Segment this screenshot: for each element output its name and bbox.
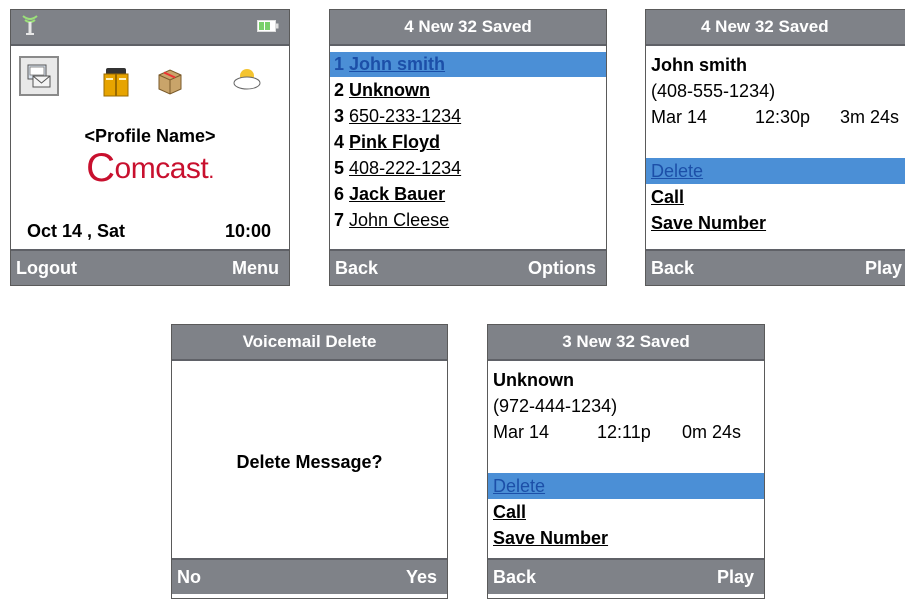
screen-title: 4 New 32 Saved [330,10,606,46]
message-date: Mar 14 [493,422,550,442]
list-item[interactable]: 5 408-222-1234 [330,156,606,181]
yes-softkey[interactable]: Yes [406,567,437,588]
date-label: Oct 14 , Sat [27,221,126,241]
message-duration: 3m 24s [840,107,900,127]
box-icon[interactable] [155,66,185,96]
screen-title: 3 New 32 Saved [488,325,764,361]
comcast-logo: Comcast. [86,146,214,190]
menu-softkey[interactable]: Menu [232,258,279,279]
no-softkey[interactable]: No [177,567,201,588]
directory-icon[interactable] [99,64,133,98]
options-softkey[interactable]: Options [528,258,596,279]
battery-icon [257,17,279,37]
message-duration: 0m 24s [682,422,742,442]
list-item[interactable]: 1 John smith [330,52,606,77]
signal-icon [21,14,39,41]
back-softkey[interactable]: Back [651,258,694,279]
voicemail-list-screen: 4 New 32 Saved 1 John smith 2 Unknown 3 … [329,9,607,286]
list-item[interactable]: 2 Unknown [330,78,606,103]
caller-name: Unknown [493,370,574,390]
delete-option[interactable]: Delete [488,473,764,499]
screen-title: 4 New 32 Saved [646,10,905,46]
back-softkey[interactable]: Back [335,258,378,279]
caller-number: (972-444-1234) [493,396,618,416]
softkey-bar: Logout Menu [11,249,289,285]
profile-name: <Profile Name> [84,126,216,146]
back-softkey[interactable]: Back [493,567,536,588]
delete-option[interactable]: Delete [646,158,905,184]
call-option[interactable]: Call [646,184,905,210]
play-softkey[interactable]: Play [865,258,902,279]
list-item[interactable]: 3 650-233-1234 [330,104,606,129]
list-item[interactable]: 7 John Cleese [330,208,606,233]
list-item[interactable]: 4 Pink Floyd [330,130,606,155]
logout-softkey[interactable]: Logout [16,258,77,279]
caller-name: John smith [651,55,748,75]
message-time: 12:11p [597,422,651,442]
save-number-option[interactable]: Save Number [646,210,905,236]
voicemail-icon[interactable] [19,56,59,96]
message-time: 12:30p [755,107,811,127]
confirm-message: Delete Message? [236,452,383,472]
play-softkey[interactable]: Play [717,567,754,588]
home-screen: <Profile Name> Comcast. Oct 14 , Sat 10:… [10,9,290,286]
caller-number: (408-555-1234) [651,81,776,101]
message-detail-screen: 4 New 32 Saved John smith (408-555-1234)… [645,9,905,286]
softkey-bar: Back Play [646,249,905,285]
list-item[interactable]: 6 Jack Bauer [330,182,606,207]
weather-icon[interactable] [229,64,265,94]
softkey-bar: No Yes [172,558,447,594]
call-option[interactable]: Call [488,499,764,525]
message-detail-screen-2: 3 New 32 Saved Unknown (972-444-1234) Ma… [487,324,765,599]
time-label: 10:00 [224,221,271,241]
save-number-option[interactable]: Save Number [488,525,764,551]
delete-confirm-screen: Voicemail Delete Delete Message? No Yes [171,324,448,599]
message-date: Mar 14 [651,107,708,127]
status-bar [11,10,289,46]
softkey-bar: Back Options [330,249,606,285]
screen-title: Voicemail Delete [172,325,447,361]
softkey-bar: Back Play [488,558,764,594]
